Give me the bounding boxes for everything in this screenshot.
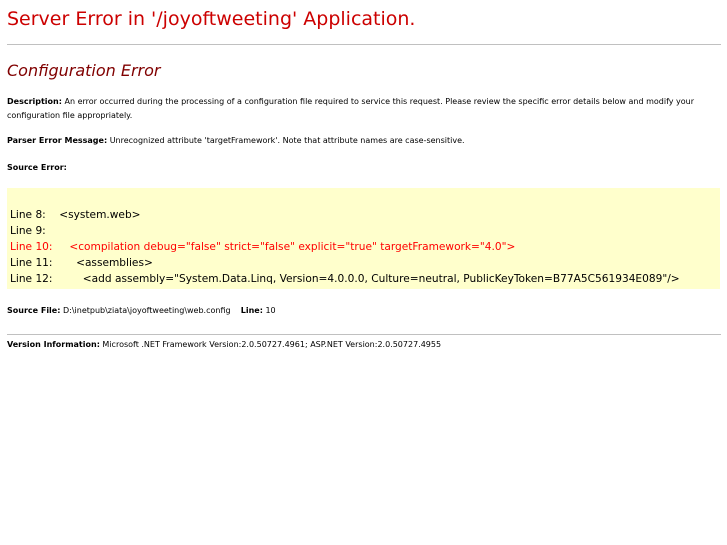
version-label: Version Information: <box>7 340 100 349</box>
error-page: Server Error in '/joyoftweeting' Applica… <box>0 0 727 545</box>
page-title: Server Error in '/joyoftweeting' Applica… <box>7 8 416 30</box>
source-error-label-text: Source Error: <box>7 163 67 172</box>
source-file-path: D:\inetpub\ziata\joyoftweeting\web.confi… <box>60 306 231 315</box>
code-line-10-error: Line 10: <compilation debug="false" stri… <box>10 241 516 253</box>
parser-error-text: Unrecognized attribute 'targetFramework'… <box>107 136 465 145</box>
source-line-label: Line: <box>240 306 263 315</box>
footer-divider <box>7 334 721 335</box>
source-error-label: Source Error: <box>7 161 67 175</box>
parser-error-message: Parser Error Message: Unrecognized attri… <box>7 134 723 148</box>
error-type-heading: Configuration Error <box>7 61 161 80</box>
version-information: Version Information: Microsoft .NET Fram… <box>7 338 441 352</box>
description-text: An error occurred during the processing … <box>7 97 695 120</box>
source-file-label: Source File: <box>7 306 61 315</box>
source-code-block: Line 8: <system.web> Line 9: Line 10: <c… <box>7 188 720 289</box>
source-file-info: Source File: D:\inetpub\ziata\joyoftweet… <box>7 304 276 318</box>
parser-error-label: Parser Error Message: <box>7 136 108 145</box>
source-line-value: 10 <box>262 306 276 315</box>
code-line-12: Line 12: <add assembly="System.Data.Linq… <box>10 273 680 285</box>
version-text: Microsoft .NET Framework Version:2.0.507… <box>99 340 442 349</box>
code-line-8: Line 8: <system.web> <box>10 209 141 221</box>
code-line-11: Line 11: <assemblies> <box>10 257 153 269</box>
description-label: Description: <box>7 97 62 106</box>
code-line-9: Line 9: <box>10 225 46 237</box>
error-description: Description: An error occurred during th… <box>7 95 723 123</box>
title-divider <box>7 44 721 45</box>
